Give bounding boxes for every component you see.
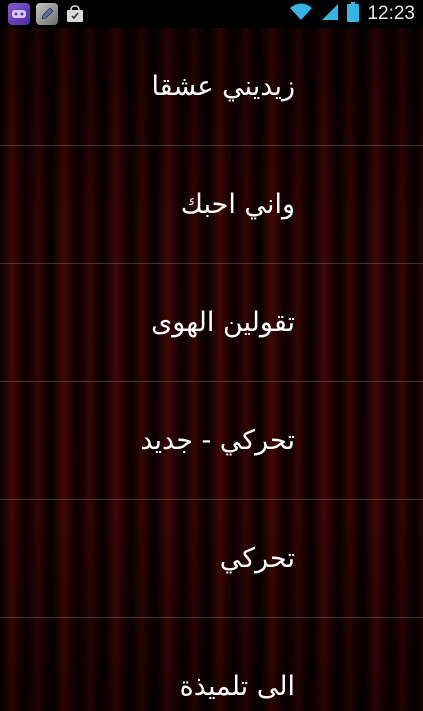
list-item-label: تحركي - جديد [140,425,295,456]
list-item[interactable]: الى تلميذة [0,618,423,711]
list-item-label: زيديني عشقا [151,71,295,102]
app-screen: 12:23 زيديني عشقا واني احبك تقولين الهوى… [0,0,423,711]
wifi-icon [289,3,313,25]
system-icons: 12:23 [289,2,423,26]
list-item-label: واني احبك [180,189,295,220]
list-item[interactable]: واني احبك [0,146,423,264]
pencil-app-icon[interactable] [36,3,58,25]
list-item-label: تحركي [219,543,295,574]
list-item-label: تقولين الهوى [151,307,295,338]
list-item-label: الى تلميذة [179,671,295,702]
notification-icons [0,3,86,25]
list-item[interactable]: تقولين الهوى [0,264,423,382]
status-bar: 12:23 [0,0,423,28]
list-item[interactable]: زيديني عشقا [0,28,423,146]
list-item[interactable]: تحركي - جديد [0,382,423,500]
signal-icon [321,3,339,25]
status-clock: 12:23 [367,3,415,24]
song-list: زيديني عشقا واني احبك تقولين الهوى تحركي… [0,28,423,711]
list-item[interactable]: تحركي [0,500,423,618]
shopping-bag-icon[interactable] [64,3,86,25]
game-app-icon[interactable] [8,3,30,25]
battery-icon [347,2,360,26]
